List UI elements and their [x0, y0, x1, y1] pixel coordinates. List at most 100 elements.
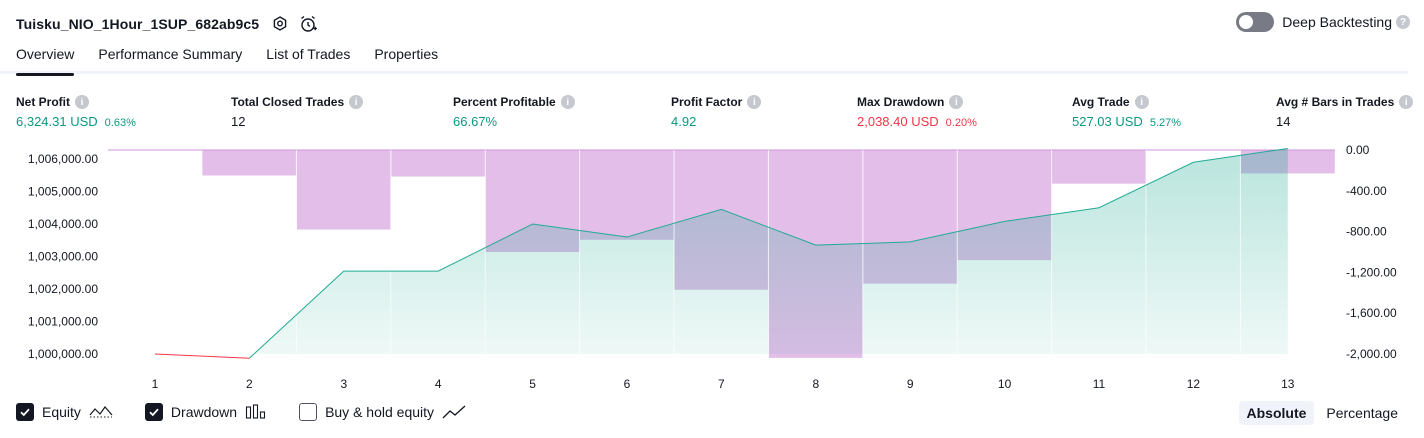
metric-label-text: Net Profit	[16, 95, 70, 109]
metric-label: Max Drawdown i	[857, 94, 977, 110]
x-axis-tick: 10	[998, 377, 1012, 391]
metric-label-text: Percent Profitable	[453, 95, 556, 109]
buy-hold-line-icon	[442, 404, 466, 420]
metric-label: Net Profit i	[16, 94, 136, 110]
metric-value: 6,324.31 USD	[16, 114, 98, 129]
left-axis-tick: 1,002,000.00	[28, 282, 98, 296]
x-axis-tick: 13	[1281, 377, 1295, 391]
metric-value: 2,038.40 USD	[857, 114, 939, 129]
equity-checkbox[interactable]	[16, 403, 34, 421]
drawdown-bar	[391, 150, 486, 177]
tab-performance-summary[interactable]: Performance Summary	[98, 46, 242, 72]
metric-label: Profit Factor i	[671, 94, 762, 110]
metric-label-text: Avg Trade	[1072, 95, 1130, 109]
metric-label-text: Profit Factor	[671, 95, 743, 109]
x-axis-tick: 7	[718, 377, 725, 391]
tab-overview[interactable]: Overview	[16, 46, 75, 76]
right-axis-tick: -1,200.00	[1346, 265, 1397, 279]
legend-drawdown[interactable]: Drawdown	[144, 403, 267, 421]
legend-buy-hold-label: Buy & hold equity	[325, 404, 435, 420]
buy-hold-checkbox[interactable]	[299, 403, 318, 421]
value-mode-switch: Absolute Percentage	[1235, 401, 1407, 425]
strategy-title: Tuisku_NIO_1Hour_1SUP_682ab9c5	[16, 16, 260, 32]
x-axis-tick: 11	[1093, 377, 1106, 391]
info-icon[interactable]: i	[1399, 95, 1414, 109]
legend-drawdown-label: Drawdown	[170, 404, 238, 420]
info-icon[interactable]: i	[560, 95, 575, 109]
metric-label: Total Closed Trades i	[231, 94, 364, 110]
metric-value: 12	[231, 114, 246, 129]
metric-value-row: 12	[231, 114, 363, 129]
x-axis-tick: 8	[812, 377, 819, 391]
deep-backtesting-toggle[interactable]	[1236, 12, 1275, 32]
right-axis-tick: -2,000.00	[1346, 347, 1397, 361]
metric-net-profit: Net Profit i 6,324.31 USD 0.63%	[16, 94, 136, 129]
legend-equity-label: Equity	[42, 404, 81, 420]
x-axis-tick: 3	[340, 377, 347, 391]
metric-value-row: 14	[1276, 114, 1413, 129]
x-axis-tick: 4	[435, 377, 442, 391]
left-axis-tick: 1,000,000.00	[28, 347, 98, 361]
left-axis-tick: 1,004,000.00	[28, 217, 98, 231]
strategy-header: Tuisku_NIO_1Hour_1SUP_682ab9c5	[16, 12, 319, 36]
drawdown-checkbox[interactable]	[144, 403, 163, 421]
equity-line-loss	[154, 353, 250, 359]
x-axis-tick: 5	[529, 377, 536, 391]
x-axis-tick: 12	[1187, 377, 1201, 391]
metric-label-text: Avg # Bars in Trades	[1276, 95, 1395, 109]
right-axis-tick: -1,600.00	[1346, 306, 1397, 320]
metric-percent-profitable: Percent Profitable i 66.67%	[453, 94, 575, 129]
metric-value: 66.67%	[453, 114, 498, 129]
metric-label: Avg # Bars in Trades i	[1276, 94, 1414, 110]
metric-value: 4.92	[671, 114, 697, 129]
x-axis-tick: 1	[152, 377, 159, 391]
metric-profit-factor: Profit Factor i 4.92	[671, 94, 762, 129]
x-axis-tick: 2	[246, 377, 253, 391]
right-axis-tick: -800.00	[1346, 225, 1387, 239]
right-axis-tick: 0.00	[1346, 143, 1370, 157]
metric-avg-trade: Avg Trade i 527.03 USD 5.27%	[1072, 94, 1181, 129]
metric-max-drawdown: Max Drawdown i 2,038.40 USD 0.20%	[857, 94, 977, 129]
metric-percent: 5.27%	[1149, 117, 1182, 129]
percentage-button[interactable]: Percentage	[1318, 401, 1406, 425]
left-axis-tick: 1,001,000.00	[28, 315, 98, 329]
toggle-knob	[1239, 15, 1254, 29]
drawdown-bar	[1052, 150, 1146, 184]
right-axis-tick: -400.00	[1346, 184, 1387, 198]
metric-value-row: 2,038.40 USD 0.20%	[857, 114, 977, 129]
info-icon[interactable]: i	[75, 95, 89, 109]
equity-wave-icon	[89, 404, 113, 420]
info-icon[interactable]: i	[949, 95, 964, 109]
metric-avg-bars-in-trades: Avg # Bars in Trades i 14	[1276, 94, 1414, 129]
absolute-button[interactable]: Absolute	[1238, 401, 1315, 425]
metric-value-row: 6,324.31 USD 0.63%	[16, 114, 136, 129]
left-axis-tick: 1,005,000.00	[28, 185, 98, 199]
help-icon[interactable]: ?	[1396, 15, 1410, 29]
info-icon[interactable]: i	[747, 95, 762, 109]
metric-value-row: 66.67%	[453, 114, 575, 129]
legend-buy-hold[interactable]: Buy & hold equity	[299, 403, 466, 421]
metric-value: 14	[1276, 114, 1291, 129]
x-axis-tick: 9	[907, 377, 914, 391]
chart-legend: Equity Drawdown Buy & hold equity	[16, 403, 498, 421]
equity-drawdown-chart: 1,006,000.00 1,005,000.00 1,004,000.00 1,00…	[28, 143, 1397, 391]
info-icon[interactable]: i	[349, 95, 364, 109]
metric-total-closed-trades: Total Closed Trades i 12	[231, 94, 364, 129]
settings-icon[interactable]	[269, 13, 291, 35]
metric-percent: 0.63%	[104, 117, 136, 129]
metric-value-row: 4.92	[671, 114, 761, 129]
metric-value: 527.03 USD	[1072, 114, 1143, 129]
drawdown-bar	[296, 150, 391, 230]
metric-label-text: Max Drawdown	[857, 95, 945, 109]
metric-label: Avg Trade i	[1072, 94, 1181, 110]
metric-value-row: 527.03 USD 5.27%	[1072, 114, 1181, 129]
metric-label: Percent Profitable i	[453, 94, 575, 110]
drawdown-bars-icon	[245, 404, 267, 420]
deep-backtesting: Deep Backtesting ?	[1236, 12, 1410, 32]
info-icon[interactable]: i	[1134, 95, 1149, 109]
legend-equity[interactable]: Equity	[16, 403, 113, 421]
add-alert-icon[interactable]	[297, 13, 319, 35]
drawdown-bar	[202, 150, 297, 176]
tab-properties[interactable]: Properties	[374, 46, 438, 72]
tab-list-of-trades[interactable]: List of Trades	[266, 46, 350, 72]
